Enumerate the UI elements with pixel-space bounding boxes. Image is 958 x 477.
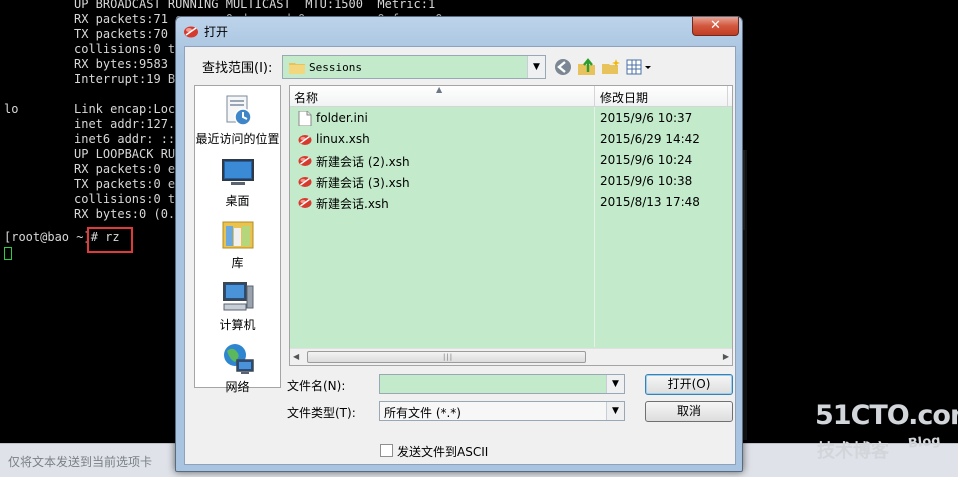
dialog-title: 打开 <box>204 25 229 39</box>
dialog-body: 查找范围(I): Sessions ▼ 最近访问的位置 桌面库计算机网络 名称 ▲ <box>184 46 736 465</box>
open-button[interactable]: 打开(O) <box>645 374 733 395</box>
file-row[interactable]: 新建会话 (2).xsh 2015/9/6 10:24 <box>290 150 732 171</box>
file-name-label: 文件名(N): <box>287 379 346 393</box>
scrollbar-thumb[interactable]: ||| <box>307 351 586 363</box>
place-libraries[interactable]: 库 <box>195 218 280 271</box>
look-in-combo[interactable]: Sessions ▼ <box>282 55 546 79</box>
file-name: 新建会话 (3).xsh <box>316 176 410 190</box>
look-in-value: Sessions <box>309 61 362 74</box>
look-in-label: 查找范围(I): <box>202 61 273 76</box>
chevron-down-icon[interactable]: ▼ <box>606 375 624 393</box>
file-modified: 2015/9/6 10:38 <box>600 174 693 188</box>
up-folder-icon[interactable] <box>577 57 597 77</box>
new-folder-icon[interactable] <box>601 57 621 77</box>
file-row[interactable]: folder.ini 2015/9/6 10:37 <box>290 108 732 129</box>
scroll-left-icon[interactable]: ◀ <box>293 352 299 361</box>
view-menu-icon[interactable] <box>625 57 653 77</box>
send-ascii-checkbox[interactable] <box>380 444 393 457</box>
place-computer[interactable]: 计算机 <box>195 280 280 333</box>
file-type-value: 所有文件 (*.*) <box>384 406 461 420</box>
file-list[interactable]: 名称 ▲ 修改日期 Ż folder.ini 2015/9/6 10:37 linu… <box>289 85 733 366</box>
file-modified: 2015/9/6 10:37 <box>600 111 693 125</box>
terminal-cursor <box>4 247 12 260</box>
xshell-session-icon <box>298 177 312 187</box>
chevron-down-icon[interactable]: ▼ <box>606 402 624 420</box>
column-modified[interactable]: 修改日期 <box>600 89 648 106</box>
file-type-label: 文件类型(T): <box>287 406 356 420</box>
place-label: 计算机 <box>219 318 256 332</box>
place-network[interactable]: 网络 <box>195 342 280 395</box>
watermark-line1: 51CTO.com <box>815 400 958 431</box>
horizontal-scrollbar[interactable]: ◀ ||| ▶ <box>290 348 732 365</box>
folder-icon <box>289 63 305 74</box>
place-label: 桌面 <box>225 194 250 208</box>
xshell-session-icon <box>298 198 312 208</box>
file-name: 新建会话.xsh <box>316 197 389 211</box>
file-name: 新建会话 (2).xsh <box>316 155 410 169</box>
libraries-icon <box>222 221 253 249</box>
sort-ascending-icon: ▲ <box>436 85 443 94</box>
place-label: 最近访问的位置 <box>195 132 280 146</box>
column-type[interactable]: Ż <box>732 89 733 103</box>
watermark-line2: 技术博客 <box>817 441 889 462</box>
highlight-box <box>87 227 133 253</box>
desktop-icon <box>221 159 254 185</box>
place-label: 网络 <box>225 380 250 394</box>
xshell-session-icon <box>298 135 312 145</box>
place-recent-places[interactable]: 最近访问的位置 <box>195 94 280 147</box>
xshell-session-icon <box>298 156 312 166</box>
scroll-right-icon[interactable]: ▶ <box>723 352 729 361</box>
column-header: 名称 ▲ 修改日期 Ż <box>290 85 733 107</box>
file-row[interactable]: 新建会话 (3).xsh 2015/9/6 10:38 <box>290 171 732 192</box>
cancel-button[interactable]: 取消 <box>645 401 733 422</box>
send-ascii-label: 发送文件到ASCII <box>397 445 489 459</box>
open-file-dialog: 打开 ✕ 查找范围(I): Sessions ▼ 最近访问的位置 桌面库计算机网络 <box>175 16 743 472</box>
place-desktop[interactable]: 桌面 <box>195 156 280 209</box>
file-type-select[interactable]: 所有文件 (*.*) ▼ <box>379 401 625 421</box>
place-label: 库 <box>231 256 244 270</box>
network-icon <box>223 344 254 374</box>
file-modified: 2015/6/29 14:42 <box>600 132 700 146</box>
back-icon[interactable] <box>553 57 573 77</box>
file-name-input[interactable]: ▼ <box>379 374 625 394</box>
file-name: linux.xsh <box>316 132 370 146</box>
file-row[interactable]: 新建会话.xsh 2015/8/13 17:48 <box>290 192 732 213</box>
column-name[interactable]: 名称 <box>294 89 318 106</box>
compose-bar-text: 仅将文本发送到当前选项卡 <box>8 455 153 469</box>
places-bar: 最近访问的位置 桌面库计算机网络 <box>194 85 281 394</box>
file-name: folder.ini <box>316 111 368 125</box>
close-button[interactable]: ✕ <box>692 17 739 36</box>
file-modified: 2015/9/6 10:24 <box>600 153 693 167</box>
chevron-down-icon[interactable]: ▼ <box>527 56 545 78</box>
ini-file-icon <box>298 111 312 126</box>
xshell-app-icon <box>184 26 198 38</box>
computer-icon <box>222 282 253 311</box>
file-modified: 2015/8/13 17:48 <box>600 195 700 209</box>
file-row[interactable]: linux.xsh 2015/6/29 14:42 <box>290 129 732 150</box>
recent-places-icon <box>226 95 252 126</box>
dialog-titlebar[interactable]: 打开 ✕ <box>176 17 742 45</box>
